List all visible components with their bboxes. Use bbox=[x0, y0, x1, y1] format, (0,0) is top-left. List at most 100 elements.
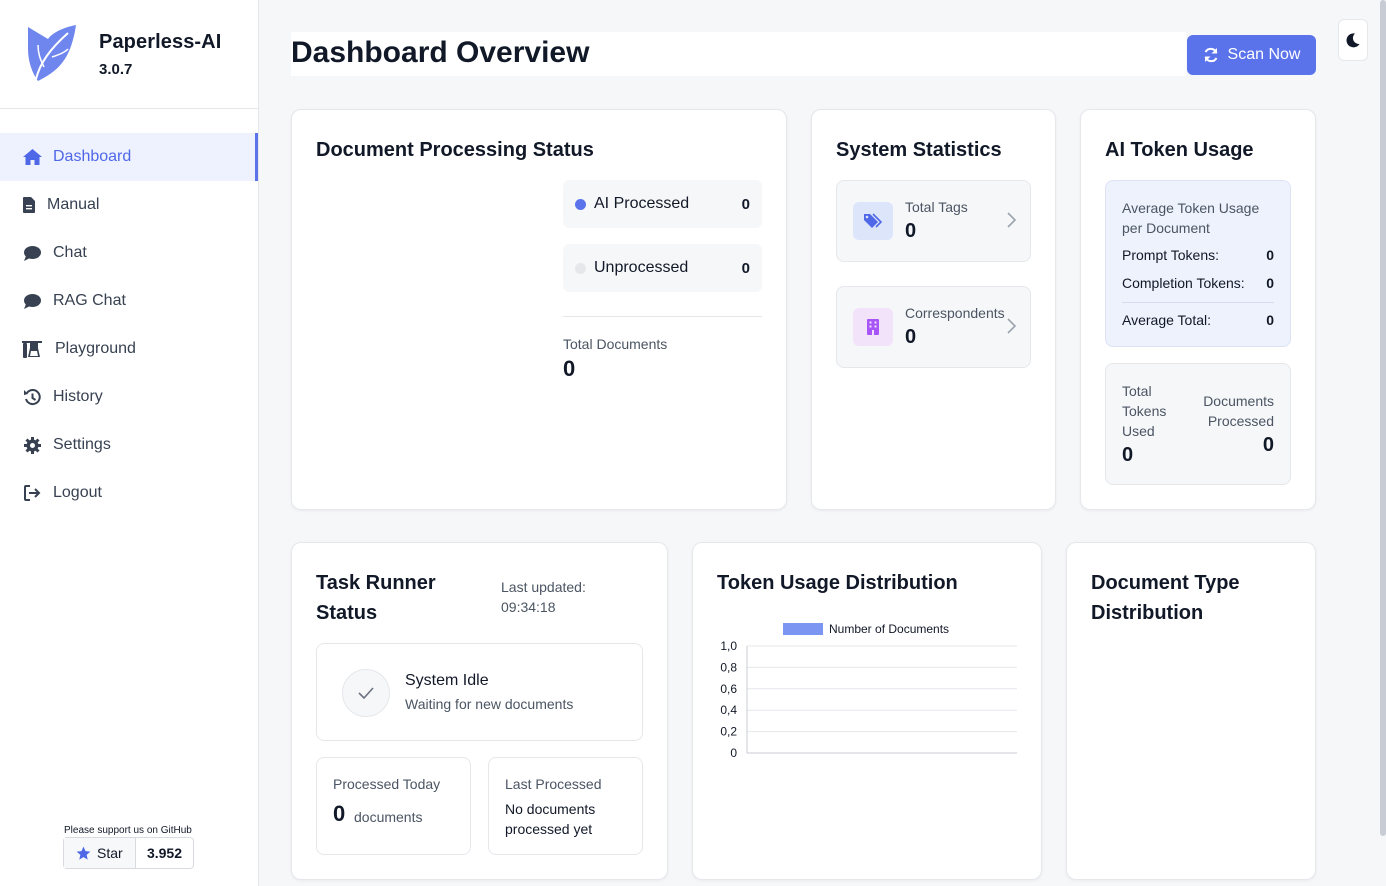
average-token-box: Average Token Usage per Document Prompt … bbox=[1105, 180, 1291, 347]
token-totals-box: Total Tokens Used 0 Documents Processed … bbox=[1105, 363, 1291, 485]
sidebar-item-label: Dashboard bbox=[53, 148, 132, 165]
github-star-button[interactable]: Star 3.952 bbox=[63, 837, 194, 869]
file-icon bbox=[22, 196, 36, 214]
row-label: Average Total: bbox=[1122, 312, 1211, 328]
tags-icon bbox=[853, 202, 893, 240]
card-title: Document Processing Status bbox=[316, 139, 594, 161]
last-updated-label: Last updated: bbox=[501, 579, 586, 595]
sidebar-item-label: Chat bbox=[53, 244, 87, 261]
chat-icon bbox=[22, 292, 42, 310]
legend-label: Number of Documents bbox=[829, 622, 949, 636]
legend-value: 0 bbox=[741, 195, 750, 213]
last-processed-box: Last Processed No documents processed ye… bbox=[488, 757, 643, 855]
star-icon bbox=[76, 846, 91, 860]
y-tick-label: 0,4 bbox=[720, 703, 737, 717]
history-icon bbox=[22, 388, 42, 406]
github-support-text: Please support us on GitHub bbox=[64, 825, 192, 836]
chevron-right-icon bbox=[1007, 212, 1016, 228]
y-tick-label: 0,8 bbox=[720, 660, 737, 674]
sidebar-item-history[interactable]: History bbox=[0, 373, 258, 421]
row-value: 0 bbox=[1266, 247, 1274, 263]
app-version: 3.0.7 bbox=[99, 60, 133, 78]
docs-processed-value: 0 bbox=[1262, 434, 1274, 456]
average-total-row: Average Total: 0 bbox=[1122, 312, 1274, 328]
processed-today-value: 0 bbox=[333, 801, 346, 826]
card-title: Document Type Distribution bbox=[1091, 572, 1240, 624]
docs-processed-label: Documents Processed bbox=[1203, 393, 1274, 429]
page-scrollbar[interactable] bbox=[1380, 0, 1386, 836]
legend-label: Unprocessed bbox=[594, 259, 689, 276]
correspondents-stat[interactable]: Correspondents 0 bbox=[836, 286, 1031, 368]
last-processed-value: No documents processed yet bbox=[505, 801, 596, 837]
y-tick-label: 1,0 bbox=[720, 639, 737, 653]
sidebar-item-manual[interactable]: Manual bbox=[0, 181, 258, 229]
sidebar-item-dashboard[interactable]: Dashboard bbox=[0, 133, 258, 181]
system-status-box: System Idle Waiting for new documents bbox=[316, 643, 643, 741]
status-title: System Idle bbox=[405, 672, 489, 689]
page-title: Dashboard Overview bbox=[291, 36, 590, 69]
token-distribution-chart: Number of Documents 1,0 0,8 0,6 0,4 0,2 0 bbox=[720, 622, 1017, 760]
legend-swatch bbox=[783, 623, 823, 635]
moon-icon bbox=[1346, 32, 1360, 47]
row-label: Completion Tokens: bbox=[1122, 275, 1245, 291]
last-processed-label: Last Processed bbox=[505, 776, 602, 792]
scan-now-label: Scan Now bbox=[1227, 46, 1301, 63]
legend-unprocessed[interactable]: Unprocessed 0 bbox=[563, 244, 762, 292]
total-documents-label: Total Documents bbox=[563, 336, 668, 352]
total-tags-stat[interactable]: Total Tags 0 bbox=[836, 180, 1031, 262]
sidebar-item-label: Settings bbox=[53, 436, 111, 453]
row-value: 0 bbox=[1266, 275, 1274, 291]
completion-tokens-row: Completion Tokens: 0 bbox=[1122, 275, 1274, 291]
last-updated-time: 09:34:18 bbox=[501, 599, 556, 615]
legend-value: 0 bbox=[741, 259, 750, 277]
sidebar-item-chat[interactable]: Chat bbox=[0, 229, 258, 277]
row-value: 0 bbox=[1266, 312, 1274, 328]
card-title: System Statistics bbox=[836, 139, 1002, 161]
ai-token-usage-card: AI Token Usage Average Token Usage per D… bbox=[1080, 109, 1316, 510]
stat-value: 0 bbox=[905, 326, 917, 348]
chevron-right-icon bbox=[1007, 318, 1016, 334]
stat-label: Total Tags bbox=[905, 199, 968, 215]
processed-today-unit: documents bbox=[354, 809, 423, 825]
star-count: 3.952 bbox=[146, 845, 183, 861]
sidebar-item-label: Manual bbox=[47, 196, 100, 213]
scan-now-button[interactable]: Scan Now bbox=[1187, 35, 1316, 75]
system-statistics-card: System Statistics Total Tags 0 Correspon… bbox=[811, 109, 1056, 510]
sidebar-item-rag-chat[interactable]: RAG Chat bbox=[0, 277, 258, 325]
logout-icon bbox=[22, 484, 42, 502]
stat-value: 0 bbox=[905, 220, 917, 242]
legend-label: AI Processed bbox=[594, 195, 690, 212]
sidebar-item-playground[interactable]: Playground bbox=[0, 325, 258, 373]
total-tokens-value: 0 bbox=[1122, 444, 1134, 466]
divider bbox=[563, 316, 762, 317]
stat-label: Correspondents bbox=[905, 305, 1005, 321]
home-icon bbox=[22, 148, 42, 166]
token-distribution-card: Token Usage Distribution Number of Docum… bbox=[692, 542, 1042, 880]
theme-toggle-button[interactable] bbox=[1338, 19, 1368, 61]
task-runner-card: Task Runner Status Last updated: 09:34:1… bbox=[291, 542, 668, 880]
y-tick-label: 0,6 bbox=[720, 682, 737, 696]
ai-processed-dot bbox=[575, 198, 586, 210]
y-tick-label: 0,2 bbox=[720, 725, 737, 739]
last-updated: Last updated: 09:34:18 bbox=[501, 577, 611, 617]
y-tick-label: 0 bbox=[730, 746, 737, 760]
sidebar-item-settings[interactable]: Settings bbox=[0, 421, 258, 469]
sidebar-item-label: Logout bbox=[53, 484, 102, 501]
chat-icon bbox=[22, 244, 42, 262]
sidebar-item-label: RAG Chat bbox=[53, 292, 126, 309]
app-name: Paperless-AI bbox=[99, 30, 222, 53]
brand[interactable]: Paperless-AI 3.0.7 bbox=[0, 0, 258, 109]
sidebar-nav: Dashboard Manual Chat RAG Chat Playgroun… bbox=[0, 133, 258, 517]
processed-today-label: Processed Today bbox=[333, 776, 441, 792]
divider bbox=[1122, 302, 1274, 303]
card-title: Task Runner Status bbox=[316, 572, 436, 624]
star-label: Star bbox=[97, 845, 123, 861]
legend-ai-processed[interactable]: AI Processed 0 bbox=[563, 180, 762, 228]
flask-icon bbox=[22, 340, 42, 358]
sidebar-item-logout[interactable]: Logout bbox=[0, 469, 258, 517]
total-tokens-label: Total Tokens Used bbox=[1122, 383, 1167, 439]
building-icon bbox=[853, 308, 893, 346]
check-icon bbox=[342, 669, 390, 717]
sidebar-item-label: History bbox=[53, 388, 103, 405]
total-documents-value: 0 bbox=[563, 356, 576, 381]
